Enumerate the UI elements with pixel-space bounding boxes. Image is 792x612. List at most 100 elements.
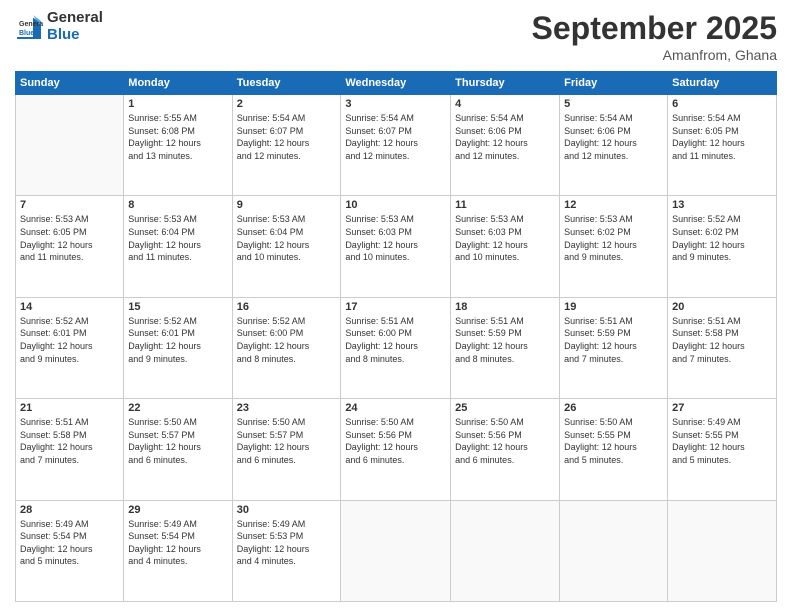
calendar-cell: 8 Sunrise: 5:53 AM Sunset: 6:04 PM Daylig…	[124, 196, 232, 297]
day-info: Sunrise: 5:49 AM Sunset: 5:54 PM Dayligh…	[128, 518, 227, 568]
day-info: Sunrise: 5:49 AM Sunset: 5:53 PM Dayligh…	[237, 518, 337, 568]
day-info: Sunrise: 5:50 AM Sunset: 5:55 PM Dayligh…	[564, 416, 663, 466]
calendar-cell: 19 Sunrise: 5:51 AM Sunset: 5:59 PM Dayli…	[560, 297, 668, 398]
day-number: 20	[672, 301, 772, 313]
calendar-cell: 28 Sunrise: 5:49 AM Sunset: 5:54 PM Dayli…	[16, 500, 124, 601]
day-number: 4	[455, 98, 555, 110]
calendar-cell: 30 Sunrise: 5:49 AM Sunset: 5:53 PM Dayli…	[232, 500, 341, 601]
week-row-5: 28 Sunrise: 5:49 AM Sunset: 5:54 PM Dayli…	[16, 500, 777, 601]
day-number: 6	[672, 98, 772, 110]
day-number: 28	[20, 504, 119, 516]
day-number: 8	[128, 199, 227, 211]
calendar-cell: 18Sunrise: 5:51 AM Sunset: 5:59 PM Dayli…	[451, 297, 560, 398]
day-info: Sunrise: 5:52 AM Sunset: 6:01 PM Dayligh…	[20, 315, 119, 365]
day-header-saturday: Saturday	[668, 72, 777, 95]
day-number: 26	[564, 402, 663, 414]
day-number: 23	[237, 402, 337, 414]
day-number: 12	[564, 199, 663, 211]
day-number: 2	[237, 98, 337, 110]
day-info: Sunrise: 5:53 AM Sunset: 6:05 PM Dayligh…	[20, 213, 119, 263]
calendar-cell: 15Sunrise: 5:52 AM Sunset: 6:01 PM Dayli…	[124, 297, 232, 398]
day-info: Sunrise: 5:51 AM Sunset: 5:59 PM Dayligh…	[564, 315, 663, 365]
week-row-3: 14 Sunrise: 5:52 AM Sunset: 6:01 PM Dayli…	[16, 297, 777, 398]
week-row-4: 21Sunrise: 5:51 AM Sunset: 5:58 PM Dayli…	[16, 399, 777, 500]
calendar-cell: 27 Sunrise: 5:49 AM Sunset: 5:55 PM Dayli…	[668, 399, 777, 500]
day-info: Sunrise: 5:50 AM Sunset: 5:56 PM Dayligh…	[455, 416, 555, 466]
day-info: Sunrise: 5:54 AM Sunset: 6:07 PM Dayligh…	[237, 112, 337, 162]
day-info: Sunrise: 5:53 AM Sunset: 6:04 PM Dayligh…	[128, 213, 227, 263]
day-header-wednesday: Wednesday	[341, 72, 451, 95]
day-header-thursday: Thursday	[451, 72, 560, 95]
day-info: Sunrise: 5:51 AM Sunset: 5:58 PM Dayligh…	[672, 315, 772, 365]
calendar-cell: 13 Sunrise: 5:52 AM Sunset: 6:02 PM Dayli…	[668, 196, 777, 297]
day-number: 1	[128, 98, 227, 110]
day-header-monday: Monday	[124, 72, 232, 95]
day-info: Sunrise: 5:53 AM Sunset: 6:04 PM Dayligh…	[237, 213, 337, 263]
day-number: 29	[128, 504, 227, 516]
calendar-cell: 24 Sunrise: 5:50 AM Sunset: 5:56 PM Dayli…	[341, 399, 451, 500]
page: General Blue General Blue September 2025…	[0, 0, 792, 612]
calendar-cell	[341, 500, 451, 601]
day-info: Sunrise: 5:49 AM Sunset: 5:55 PM Dayligh…	[672, 416, 772, 466]
calendar-cell: 4 Sunrise: 5:54 AM Sunset: 6:06 PM Daylig…	[451, 95, 560, 196]
svg-text:General: General	[19, 21, 43, 28]
calendar-cell: 9 Sunrise: 5:53 AM Sunset: 6:04 PM Daylig…	[232, 196, 341, 297]
calendar-cell: 21Sunrise: 5:51 AM Sunset: 5:58 PM Dayli…	[16, 399, 124, 500]
calendar-cell	[451, 500, 560, 601]
calendar-cell: 16Sunrise: 5:52 AM Sunset: 6:00 PM Dayli…	[232, 297, 341, 398]
day-number: 13	[672, 199, 772, 211]
day-number: 16	[237, 301, 337, 313]
calendar-cell: 5 Sunrise: 5:54 AM Sunset: 6:06 PM Daylig…	[560, 95, 668, 196]
calendar-cell: 1 Sunrise: 5:55 AM Sunset: 6:08 PM Daylig…	[124, 95, 232, 196]
day-number: 3	[345, 98, 446, 110]
calendar-cell: 14 Sunrise: 5:52 AM Sunset: 6:01 PM Dayli…	[16, 297, 124, 398]
day-info: Sunrise: 5:51 AM Sunset: 6:00 PM Dayligh…	[345, 315, 446, 365]
calendar-cell: 23 Sunrise: 5:50 AM Sunset: 5:57 PM Dayli…	[232, 399, 341, 500]
day-number: 24	[345, 402, 446, 414]
day-number: 27	[672, 402, 772, 414]
day-info: Sunrise: 5:54 AM Sunset: 6:06 PM Dayligh…	[455, 112, 555, 162]
logo: General Blue General Blue	[15, 10, 103, 43]
calendar-cell: 26 Sunrise: 5:50 AM Sunset: 5:55 PM Dayli…	[560, 399, 668, 500]
day-number: 19	[564, 301, 663, 313]
day-info: Sunrise: 5:55 AM Sunset: 6:08 PM Dayligh…	[128, 112, 227, 162]
logo-blue: Blue	[47, 27, 103, 44]
day-number: 5	[564, 98, 663, 110]
day-number: 18	[455, 301, 555, 313]
calendar-table: SundayMondayTuesdayWednesdayThursdayFrid…	[15, 71, 777, 602]
calendar-cell: 25 Sunrise: 5:50 AM Sunset: 5:56 PM Dayli…	[451, 399, 560, 500]
day-number: 22	[128, 402, 227, 414]
day-number: 14	[20, 301, 119, 313]
day-info: Sunrise: 5:52 AM Sunset: 6:02 PM Dayligh…	[672, 213, 772, 263]
calendar-cell: 10 Sunrise: 5:53 AM Sunset: 6:03 PM Dayli…	[341, 196, 451, 297]
day-info: Sunrise: 5:50 AM Sunset: 5:57 PM Dayligh…	[128, 416, 227, 466]
day-number: 30	[237, 504, 337, 516]
calendar-header-row: SundayMondayTuesdayWednesdayThursdayFrid…	[16, 72, 777, 95]
day-number: 10	[345, 199, 446, 211]
calendar-cell	[668, 500, 777, 601]
calendar-cell: 11 Sunrise: 5:53 AM Sunset: 6:03 PM Dayli…	[451, 196, 560, 297]
logo-icon: General Blue	[15, 13, 43, 41]
day-number: 7	[20, 199, 119, 211]
day-info: Sunrise: 5:49 AM Sunset: 5:54 PM Dayligh…	[20, 518, 119, 568]
day-number: 9	[237, 199, 337, 211]
calendar-cell: 29 Sunrise: 5:49 AM Sunset: 5:54 PM Dayli…	[124, 500, 232, 601]
day-info: Sunrise: 5:50 AM Sunset: 5:56 PM Dayligh…	[345, 416, 446, 466]
day-number: 15	[128, 301, 227, 313]
day-info: Sunrise: 5:54 AM Sunset: 6:05 PM Dayligh…	[672, 112, 772, 162]
day-number: 11	[455, 199, 555, 211]
calendar-cell: 22 Sunrise: 5:50 AM Sunset: 5:57 PM Dayli…	[124, 399, 232, 500]
day-info: Sunrise: 5:50 AM Sunset: 5:57 PM Dayligh…	[237, 416, 337, 466]
day-info: Sunrise: 5:53 AM Sunset: 6:02 PM Dayligh…	[564, 213, 663, 263]
calendar-cell: 7 Sunrise: 5:53 AM Sunset: 6:05 PM Daylig…	[16, 196, 124, 297]
day-info: Sunrise: 5:53 AM Sunset: 6:03 PM Dayligh…	[455, 213, 555, 263]
month-title: September 2025	[532, 10, 777, 47]
logo-general: General	[47, 10, 103, 27]
calendar-cell: 12 Sunrise: 5:53 AM Sunset: 6:02 PM Dayli…	[560, 196, 668, 297]
day-number: 25	[455, 402, 555, 414]
week-row-2: 7 Sunrise: 5:53 AM Sunset: 6:05 PM Daylig…	[16, 196, 777, 297]
day-info: Sunrise: 5:53 AM Sunset: 6:03 PM Dayligh…	[345, 213, 446, 263]
calendar-cell	[16, 95, 124, 196]
day-info: Sunrise: 5:51 AM Sunset: 5:58 PM Dayligh…	[20, 416, 119, 466]
day-info: Sunrise: 5:54 AM Sunset: 6:06 PM Dayligh…	[564, 112, 663, 162]
